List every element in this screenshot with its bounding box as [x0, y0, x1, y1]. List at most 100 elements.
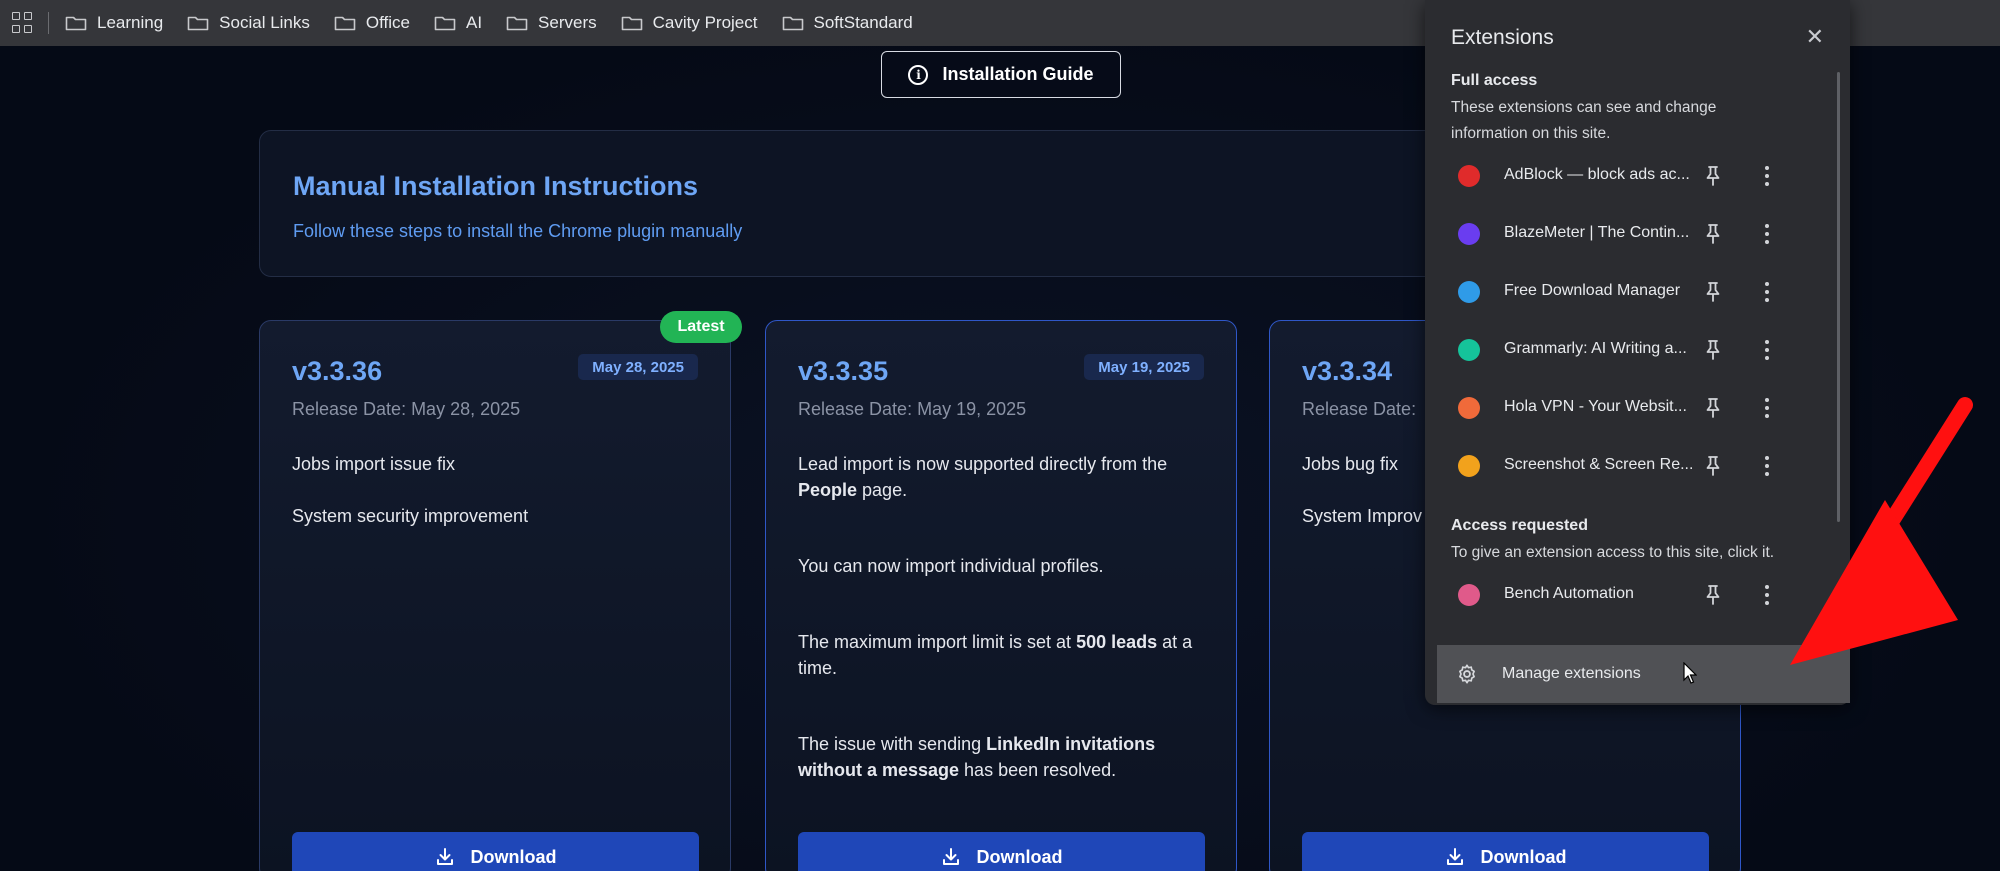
gear-icon	[1459, 664, 1475, 684]
extension-item[interactable]: AdBlock — block ads ac...	[1425, 152, 1825, 200]
latest-badge: Latest	[660, 311, 742, 343]
bookmark-label: Servers	[538, 13, 597, 32]
more-options-icon[interactable]	[1762, 279, 1772, 305]
pin-icon[interactable]	[1703, 222, 1723, 246]
extension-name: AdBlock — block ads ac...	[1504, 166, 1690, 183]
version-label: v3.3.35	[798, 356, 889, 386]
extension-name: Bench Automation	[1504, 585, 1634, 602]
version-label: v3.3.36	[292, 356, 383, 386]
bookmark-folder[interactable]: Office	[334, 13, 410, 33]
bookmark-label: Cavity Project	[652, 13, 758, 32]
extensions-title: Extensions	[1451, 26, 1554, 49]
date-badge: May 19, 2025	[1084, 354, 1204, 380]
instructions-title: Manual Installation Instructions	[293, 171, 699, 201]
download-button[interactable]: Download	[798, 832, 1205, 871]
extension-logo-icon	[1458, 584, 1480, 606]
red-arrow-annotation	[1790, 397, 1973, 665]
folder-icon	[506, 16, 528, 31]
pin-icon[interactable]	[1703, 396, 1723, 420]
extension-logo-icon	[1458, 223, 1480, 245]
extension-logo-icon	[1458, 455, 1480, 477]
extension-item[interactable]: Hola VPN - Your Websit...	[1425, 384, 1825, 432]
more-options-icon[interactable]	[1762, 163, 1772, 189]
release-note: The issue with sending LinkedIn invitati…	[798, 734, 1156, 780]
installation-guide-button[interactable]: i Installation Guide	[881, 51, 1121, 98]
manage-extensions-button[interactable]: Manage extensions	[1437, 645, 1850, 703]
download-icon	[1446, 848, 1463, 865]
bookmark-folder[interactable]: Learning	[65, 13, 163, 33]
release-note: System security improvement	[292, 506, 529, 526]
version-label: v3.3.34	[1302, 356, 1393, 386]
extension-logo-icon	[1458, 339, 1480, 361]
folder-icon	[334, 16, 356, 31]
folder-icon	[782, 16, 803, 31]
pin-icon[interactable]	[1703, 338, 1723, 362]
download-label: Download	[976, 846, 1063, 867]
full-access-heading: Full access	[1451, 72, 1538, 89]
bookmark-label: SoftStandard	[813, 13, 913, 32]
bookmark-folder[interactable]: Social Links	[187, 13, 310, 33]
bookmark-folder[interactable]: Cavity Project	[621, 13, 758, 33]
extension-item[interactable]: Free Download Manager	[1425, 268, 1825, 316]
download-button[interactable]: Download	[292, 832, 699, 871]
extension-name: Screenshot & Screen Re...	[1504, 456, 1694, 473]
more-options-icon[interactable]	[1762, 337, 1772, 363]
release-date: Release Date: May 28, 2025	[292, 399, 521, 419]
download-icon	[942, 848, 959, 865]
release-note: Jobs import issue fix	[292, 454, 456, 474]
close-icon[interactable]: ✕	[1806, 24, 1824, 50]
folder-icon	[621, 16, 642, 31]
extension-name: Hola VPN - Your Websit...	[1504, 398, 1687, 415]
mouse-cursor-icon	[1683, 662, 1697, 684]
apps-grid-icon[interactable]	[12, 12, 34, 34]
download-label: Download	[1480, 846, 1567, 867]
pin-icon[interactable]	[1703, 583, 1723, 607]
download-label: Download	[470, 846, 557, 867]
manage-extensions-label: Manage extensions	[1502, 665, 1641, 682]
bookmark-label: Office	[365, 13, 410, 32]
more-options-icon[interactable]	[1762, 395, 1772, 421]
more-options-icon[interactable]	[1762, 582, 1772, 608]
extension-item[interactable]: Screenshot & Screen Re...	[1425, 442, 1825, 490]
bookmark-label: Learning	[97, 13, 164, 32]
release-notes: Lead import is now supported directly fr…	[798, 451, 1208, 809]
folder-icon	[434, 16, 456, 31]
extension-name: BlazeMeter | The Contin...	[1504, 224, 1690, 241]
extension-logo-icon	[1458, 397, 1480, 419]
release-card-v3-3-35: v3.3.35 May 19, 2025 Release Date: May 1…	[765, 320, 1237, 871]
bookmark-folders: Learning Social Links Office AI Servers Cavit…	[65, 13, 937, 33]
full-access-description: These extensions can see and change info…	[1451, 99, 1717, 142]
screen: Learning Social Links Office AI Servers Cavit…	[0, 0, 2000, 871]
extension-item[interactable]: Grammarly: AI Writing a...	[1425, 326, 1825, 374]
pin-icon[interactable]	[1703, 164, 1723, 188]
instructions-subtitle: Follow these steps to install the Chrome…	[293, 221, 743, 241]
pin-icon[interactable]	[1703, 454, 1723, 478]
release-date: Release Date:	[1302, 399, 1417, 419]
extensions-popup: Extensions ✕ Full access These extension…	[1425, 0, 1850, 705]
extension-logo-icon	[1458, 281, 1480, 303]
access-requested-description: To give an extension access to this site…	[1451, 544, 1775, 561]
date-badge: May 28, 2025	[578, 354, 698, 380]
download-button[interactable]: Download	[1302, 832, 1709, 871]
release-card-v3-3-36: v3.3.36 May 28, 2025 Release Date: May 2…	[259, 320, 731, 871]
release-notes: Jobs import issue fix System security im…	[292, 451, 702, 555]
bookmark-folder[interactable]: Servers	[506, 13, 597, 33]
extension-item[interactable]: Bench Automation	[1425, 571, 1825, 619]
folder-icon	[65, 16, 87, 31]
access-requested-heading: Access requested	[1451, 517, 1588, 534]
pin-icon[interactable]	[1703, 280, 1723, 304]
bookmark-folder[interactable]: AI	[434, 13, 482, 33]
download-icon	[436, 848, 453, 865]
bookmark-folder[interactable]: SoftStandard	[782, 13, 913, 33]
bookmarks-divider	[48, 12, 49, 34]
bookmark-label: AI	[465, 13, 483, 32]
extension-item[interactable]: BlazeMeter | The Contin...	[1425, 210, 1825, 258]
extension-name: Grammarly: AI Writing a...	[1504, 340, 1687, 357]
more-options-icon[interactable]	[1762, 453, 1772, 479]
extension-logo-icon	[1458, 165, 1480, 187]
info-icon: i	[908, 64, 929, 85]
more-options-icon[interactable]	[1762, 221, 1772, 247]
release-note: The maximum import limit is set at 500 l…	[798, 632, 1193, 678]
bookmark-label: Social Links	[219, 13, 310, 32]
release-date: Release Date: May 19, 2025	[798, 399, 1027, 419]
